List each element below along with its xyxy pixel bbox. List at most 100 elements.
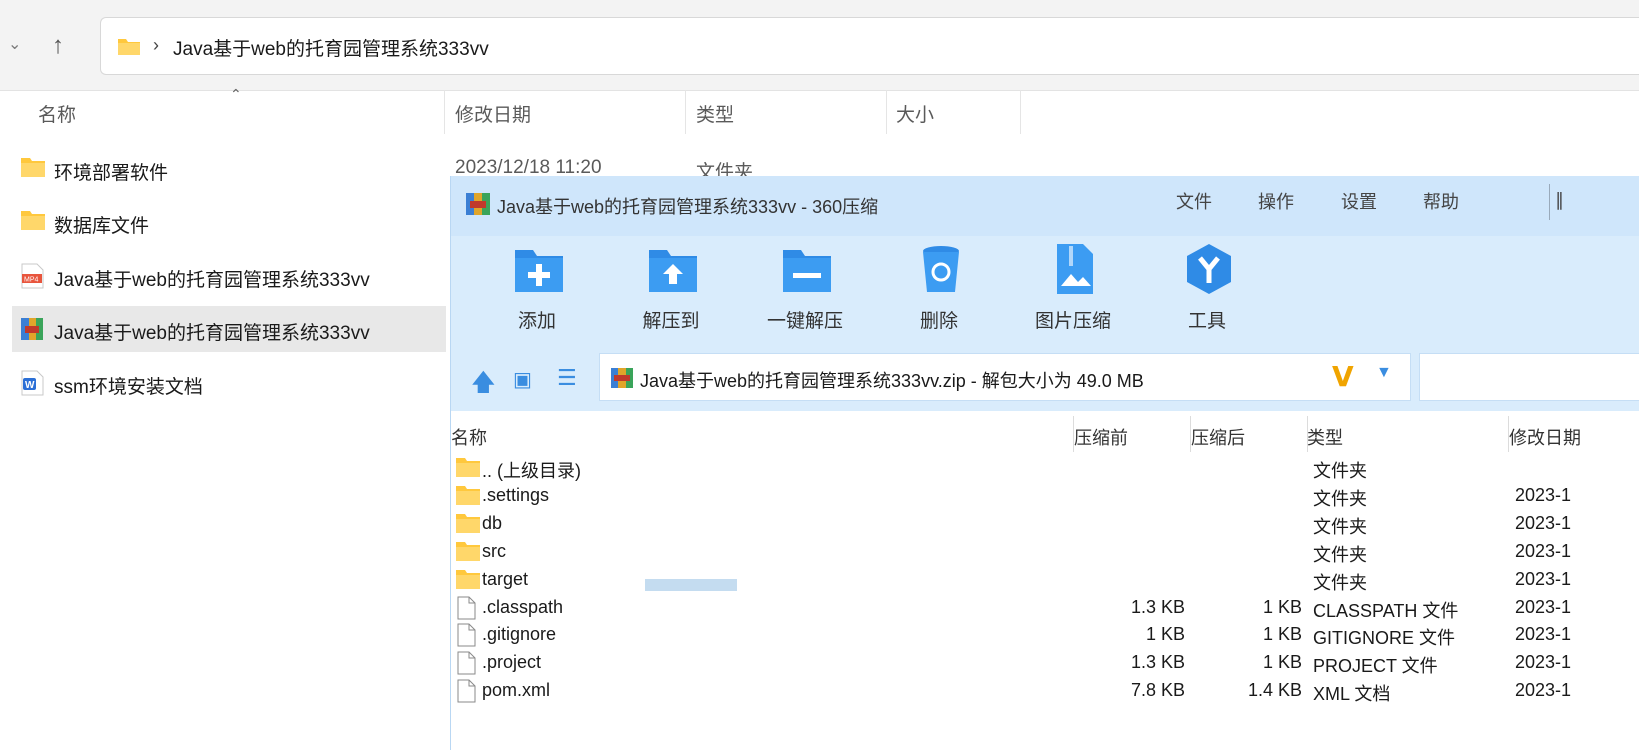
column-header-type[interactable]: 类型 — [696, 100, 734, 127]
entry-type: XML 文档 — [1313, 684, 1391, 705]
tools-button[interactable]: 工具 — [1147, 236, 1267, 348]
folder-icon — [21, 211, 45, 230]
archive-entry-row[interactable]: .gitignore 1 KB 1 KB GITIGNORE 文件 2023-1 — [451, 621, 1639, 649]
delete-button[interactable]: 删除 — [879, 236, 999, 348]
file-row[interactable]: MP4 Java基于web的托育园管理系统333vv — [12, 253, 446, 299]
image-compress-button[interactable]: 图片压缩 — [1013, 236, 1133, 348]
menu-operate[interactable]: 操作 — [1258, 188, 1294, 214]
file-row-selected[interactable]: Java基于web的托育园管理系统333vv — [12, 306, 446, 352]
column-divider[interactable] — [444, 90, 445, 134]
breadcrumb-separator-icon: › — [153, 35, 159, 55]
archive-path-text: Java基于web的托育园管理系统333vv.zip - 解包大小为 49.0 … — [640, 371, 1144, 391]
entry-size-after: 1 KB — [1262, 624, 1302, 645]
menu-settings[interactable]: 设置 — [1341, 188, 1377, 214]
column-header-after[interactable]: 压缩后 — [1191, 424, 1245, 450]
search-input[interactable] — [1419, 353, 1639, 401]
tools-icon — [1187, 244, 1231, 294]
word-doc-icon: W — [21, 370, 44, 396]
column-divider[interactable] — [886, 90, 887, 134]
entry-type: 文件夹 — [1313, 516, 1367, 537]
menu-file[interactable]: 文件 — [1176, 188, 1212, 214]
one-click-extract-button[interactable]: 一键解压 — [745, 236, 865, 348]
column-header-before[interactable]: 压缩前 — [1074, 424, 1128, 450]
folder-icon — [21, 158, 45, 177]
list-view-icon[interactable]: ☰ — [557, 365, 577, 391]
entry-type: GITIGNORE 文件 — [1313, 628, 1456, 649]
entry-name: pom.xml — [482, 680, 551, 701]
extract-to-label: 解压到 — [642, 311, 700, 332]
skin-icon[interactable]: ∥ — [1555, 190, 1564, 211]
column-divider[interactable] — [685, 90, 686, 134]
folder-icon — [456, 485, 480, 505]
extract-to-button[interactable]: 解压到 — [611, 236, 731, 348]
entry-size-before: 7.8 KB — [1130, 680, 1185, 701]
explorer-address-bar: ⌄ ↑ › Java基于web的托育园管理系统333vv — [0, 0, 1639, 91]
zip-archive-icon — [611, 368, 633, 388]
breadcrumb-current[interactable]: Java基于web的托育园管理系统333vv — [173, 34, 489, 61]
address-field[interactable]: › Java基于web的托育园管理系统333vv — [100, 17, 1639, 75]
entry-name: .gitignore — [482, 624, 557, 645]
entry-type: PROJECT 文件 — [1313, 656, 1438, 677]
recent-locations-chevron-icon[interactable]: ⌄ — [8, 34, 28, 58]
file-row[interactable]: W ssm环境安装文档 — [12, 360, 446, 406]
entry-date: 2023-1 — [1515, 568, 1572, 589]
zip-window-title: Java基于web的托育园管理系统333vv - 360压缩 — [497, 197, 879, 217]
archive-entry-row[interactable]: db 文件夹 2023-1 — [451, 510, 1639, 538]
column-header-name[interactable]: 名称 — [38, 100, 76, 127]
zip-archive-icon — [466, 193, 490, 215]
file-icon — [457, 623, 476, 647]
archive-path-field[interactable]: Java基于web的托育园管理系统333vv.zip - 解包大小为 49.0 … — [599, 353, 1411, 401]
folder-icon — [456, 541, 480, 561]
entry-size-after: 1 KB — [1262, 652, 1302, 673]
column-header-name[interactable]: 名称 — [451, 424, 487, 450]
entry-date: 2023-1 — [1515, 540, 1572, 561]
entry-name: .project — [482, 652, 542, 673]
file-row[interactable]: 数据库文件 — [12, 199, 446, 245]
archive-entry-row[interactable]: pom.xml 7.8 KB 1.4 KB XML 文档 2023-1 — [451, 677, 1639, 705]
up-level-icon[interactable]: 🡅 — [471, 365, 496, 406]
column-header-size[interactable]: 大小 — [896, 100, 934, 127]
entry-date: 2023-1 — [1515, 484, 1572, 505]
entry-size-after: 1 KB — [1262, 596, 1302, 617]
svg-text:W: W — [25, 380, 35, 391]
add-button[interactable]: 添加 — [477, 236, 597, 348]
folder-icon — [456, 569, 480, 589]
zip-navigation-bar: 🡅 ▣ ☰ Java基于web的托育园管理系统333vv.zip - 解包大小为… — [451, 351, 1639, 591]
add-label: 添加 — [517, 311, 556, 332]
entry-name: target — [482, 568, 529, 589]
archive-entry-row[interactable]: .project 1.3 KB 1 KB PROJECT 文件 2023-1 — [451, 649, 1639, 677]
archive-entry-row[interactable]: .settings 文件夹 2023-1 — [451, 482, 1639, 510]
entry-date: 2023-1 — [1515, 512, 1572, 533]
file-icon — [457, 651, 476, 675]
titlebar-divider — [1549, 184, 1550, 220]
file-row[interactable]: 环境部署软件 — [12, 146, 446, 192]
entry-name: .classpath — [482, 596, 564, 617]
archive-entry-row[interactable]: .classpath 1.3 KB 1 KB CLASSPATH 文件 2023-1 — [451, 594, 1639, 622]
verify-icon[interactable]: V — [1332, 360, 1354, 393]
entry-type: 文件夹 — [1313, 488, 1367, 509]
entry-type: 文件夹 — [1313, 572, 1367, 593]
archive-entry-row[interactable]: src 文件夹 2023-1 — [451, 538, 1639, 566]
one-click-extract-label: 一键解压 — [766, 311, 843, 332]
entry-size-before: 1.3 KB — [1130, 596, 1185, 617]
file-name: Java基于web的托育园管理系统333vv — [54, 270, 370, 291]
entry-name: .settings — [482, 484, 550, 505]
archive-entry-row[interactable]: target 文件夹 2023-1 — [451, 566, 1639, 594]
archive-entry-row[interactable]: .. (上级目录) 文件夹 — [451, 454, 1639, 482]
up-arrow-icon[interactable]: ↑ — [52, 32, 82, 62]
sort-ascending-icon: ⌃ — [230, 86, 242, 102]
column-header-type[interactable]: 类型 — [1307, 424, 1343, 450]
delete-icon — [923, 246, 959, 292]
column-header-date[interactable]: 修改日期 — [1509, 424, 1581, 450]
entry-date: 2023-1 — [1515, 596, 1572, 617]
entry-size-before: 1 KB — [1145, 624, 1185, 645]
column-header-date[interactable]: 修改日期 — [455, 100, 531, 127]
column-divider[interactable] — [1020, 90, 1021, 134]
extract-to-icon — [649, 250, 697, 292]
menu-help[interactable]: 帮助 — [1423, 188, 1459, 214]
thumbnail-view-icon[interactable]: ▣ — [513, 367, 532, 392]
entry-type: 文件夹 — [1313, 461, 1367, 481]
dropdown-arrow-icon[interactable]: ▼ — [1376, 364, 1392, 382]
zip-window: Java基于web的托育园管理系统333vv - 360压缩 文件 操作 设置 … — [450, 176, 1639, 750]
file-name: 环境部署软件 — [54, 163, 169, 184]
